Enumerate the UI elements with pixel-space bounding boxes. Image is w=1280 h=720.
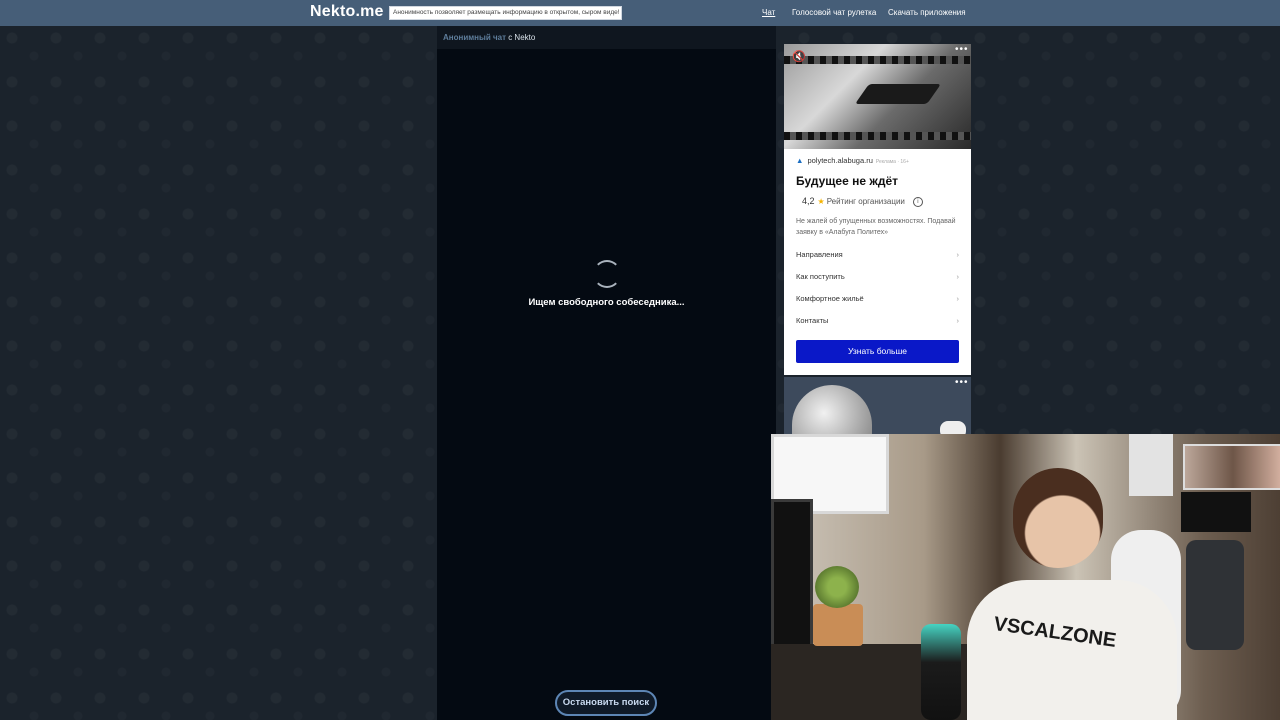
- video-rail-top: [784, 56, 971, 64]
- chat-panel: Анонимный чат с Nekto Ищем свободного со…: [437, 26, 776, 720]
- top-bar: Nekto.me Анонимность позволяет размещать…: [0, 0, 1280, 26]
- ad-description: Не жалей об упущенных возможностях. Пода…: [796, 218, 956, 236]
- ad-link-directions[interactable]: Направления ›: [796, 250, 959, 259]
- nav-voice-roulette[interactable]: Голосовой чат рулетка: [792, 8, 876, 17]
- ad-domain[interactable]: ▲ polytech.alabuga.ru Реклама · 16+: [796, 156, 909, 165]
- ad-card[interactable]: 🔇 ••• ▲ polytech.alabuga.ru Реклама · 16+ …: [784, 44, 971, 375]
- second-ad[interactable]: •••: [784, 377, 971, 434]
- ad-rating: 4,2 ★ Рейтинг организации i: [802, 196, 923, 207]
- ad-label: Реклама · 16+: [875, 159, 909, 165]
- webcam-overlay: VSCALZONE: [771, 434, 1280, 720]
- video-object: [854, 84, 942, 104]
- video-rail-bottom: [784, 132, 971, 140]
- star-icon: ★: [817, 197, 825, 206]
- loading-spinner-icon: [593, 260, 621, 288]
- ad-link-contacts[interactable]: Контакты ›: [796, 316, 959, 325]
- rating-label: Рейтинг организации: [826, 197, 905, 206]
- mute-icon[interactable]: 🔇: [792, 50, 806, 63]
- chat-header-label: Анонимный чат: [443, 33, 506, 42]
- window: [1129, 434, 1173, 496]
- jacket: [1186, 540, 1244, 650]
- ad-menu-icon[interactable]: •••: [955, 44, 969, 55]
- chevron-right-icon: ›: [956, 294, 960, 303]
- chevron-right-icon: ›: [956, 316, 960, 325]
- microphone: [921, 624, 961, 720]
- ad-title[interactable]: Будущее не ждёт: [796, 174, 898, 188]
- ad-link-label: Контакты: [796, 316, 829, 325]
- stop-search-button[interactable]: Остановить поиск: [555, 690, 657, 716]
- info-icon[interactable]: i: [912, 196, 923, 207]
- ad-domain-text: polytech.alabuga.ru: [807, 156, 873, 165]
- person-head: [1013, 468, 1103, 568]
- chat-header-title: с Nekto: [505, 33, 536, 42]
- ad-link-housing[interactable]: Комфортное жильё ›: [796, 294, 959, 303]
- ad-image-hand: [940, 421, 966, 434]
- search-status: Ищем свободного собеседника...: [528, 297, 685, 308]
- ad-video[interactable]: 🔇 •••: [784, 44, 971, 149]
- ad-link-label: Комфортное жильё: [796, 294, 864, 303]
- ad-link-label: Как поступить: [796, 272, 845, 281]
- learn-more-button[interactable]: Узнать больше: [796, 340, 959, 363]
- plant-pot: [813, 604, 863, 646]
- poster: [1183, 444, 1280, 490]
- ad-link-admission[interactable]: Как поступить ›: [796, 272, 959, 281]
- anonymity-notice: Анонимность позволяет размещать информац…: [389, 6, 622, 20]
- rating-value: 4,2: [802, 196, 815, 206]
- domain-logo-icon: ▲: [796, 156, 804, 165]
- ad-link-label: Направления: [796, 250, 843, 259]
- chevron-right-icon: ›: [956, 250, 960, 259]
- pc-monitor: [1181, 492, 1251, 532]
- chat-header: Анонимный чат с Nekto: [437, 26, 776, 49]
- ad-image-person: [792, 385, 872, 434]
- cactus: [815, 566, 859, 608]
- logo[interactable]: Nekto.me: [310, 3, 384, 21]
- nav-chat[interactable]: Чат: [762, 8, 775, 17]
- ad-menu-icon[interactable]: •••: [955, 377, 969, 388]
- nav-download-apps[interactable]: Скачать приложения: [888, 8, 966, 17]
- chevron-right-icon: ›: [956, 272, 960, 281]
